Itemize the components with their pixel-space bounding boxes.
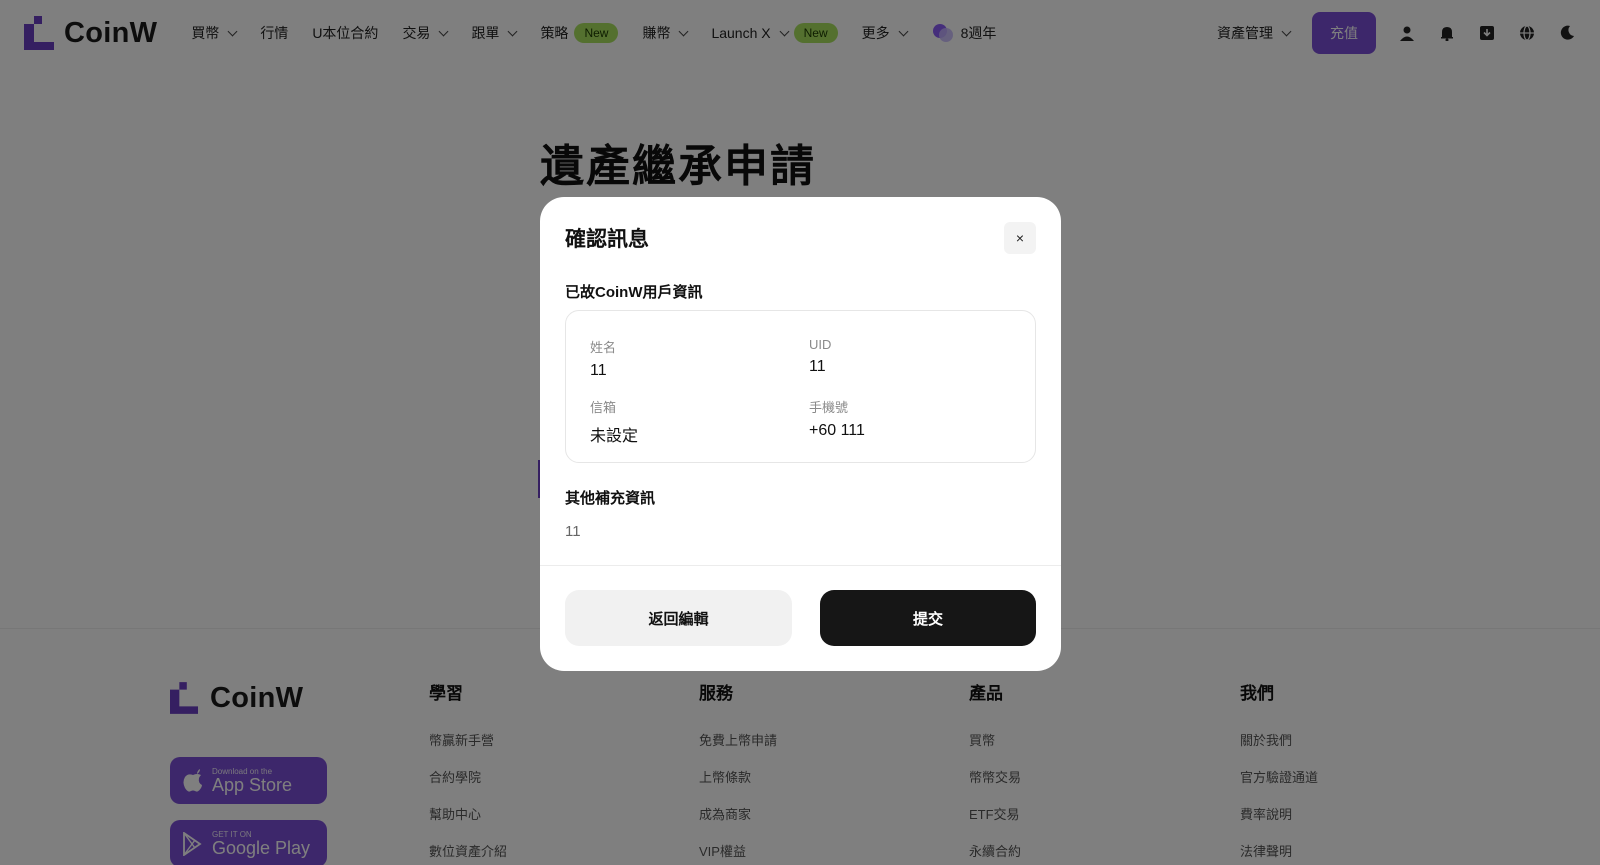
submit-button[interactable]: 提交 xyxy=(820,590,1036,646)
back-to-edit-button[interactable]: 返回編輯 xyxy=(565,590,792,646)
confirm-dialog: 確認訊息 × 已故CoinW用戶資訊 姓名 11 UID 11 信箱 未設定 手… xyxy=(540,197,1061,671)
name-value: 11 xyxy=(590,362,607,379)
email-value: 未設定 xyxy=(590,428,639,445)
deceased-user-section-label: 已故CoinW用戶資訊 xyxy=(565,284,703,301)
deceased-user-info-box: 姓名 11 UID 11 信箱 未設定 手機號 +60 111 xyxy=(565,310,1036,463)
name-field: 姓名 11 xyxy=(590,337,616,380)
close-icon: × xyxy=(1015,230,1025,246)
email-label: 信箱 xyxy=(590,400,617,415)
uid-value: 11 xyxy=(809,358,826,375)
extra-info-value: 11 xyxy=(565,523,581,540)
uid-label: UID xyxy=(809,337,832,352)
phone-label: 手機號 xyxy=(809,400,849,415)
phone-field: 手機號 +60 111 xyxy=(809,397,865,440)
email-field: 信箱 未設定 xyxy=(590,397,638,446)
close-button[interactable]: × xyxy=(1004,222,1036,254)
extra-info-section-label: 其他補充資訊 xyxy=(565,490,656,507)
dialog-title: 確認訊息 xyxy=(565,228,649,251)
uid-field: UID 11 xyxy=(809,337,831,376)
name-label: 姓名 xyxy=(590,340,617,355)
phone-value: +60 111 xyxy=(809,422,865,439)
dialog-divider xyxy=(540,565,1061,566)
